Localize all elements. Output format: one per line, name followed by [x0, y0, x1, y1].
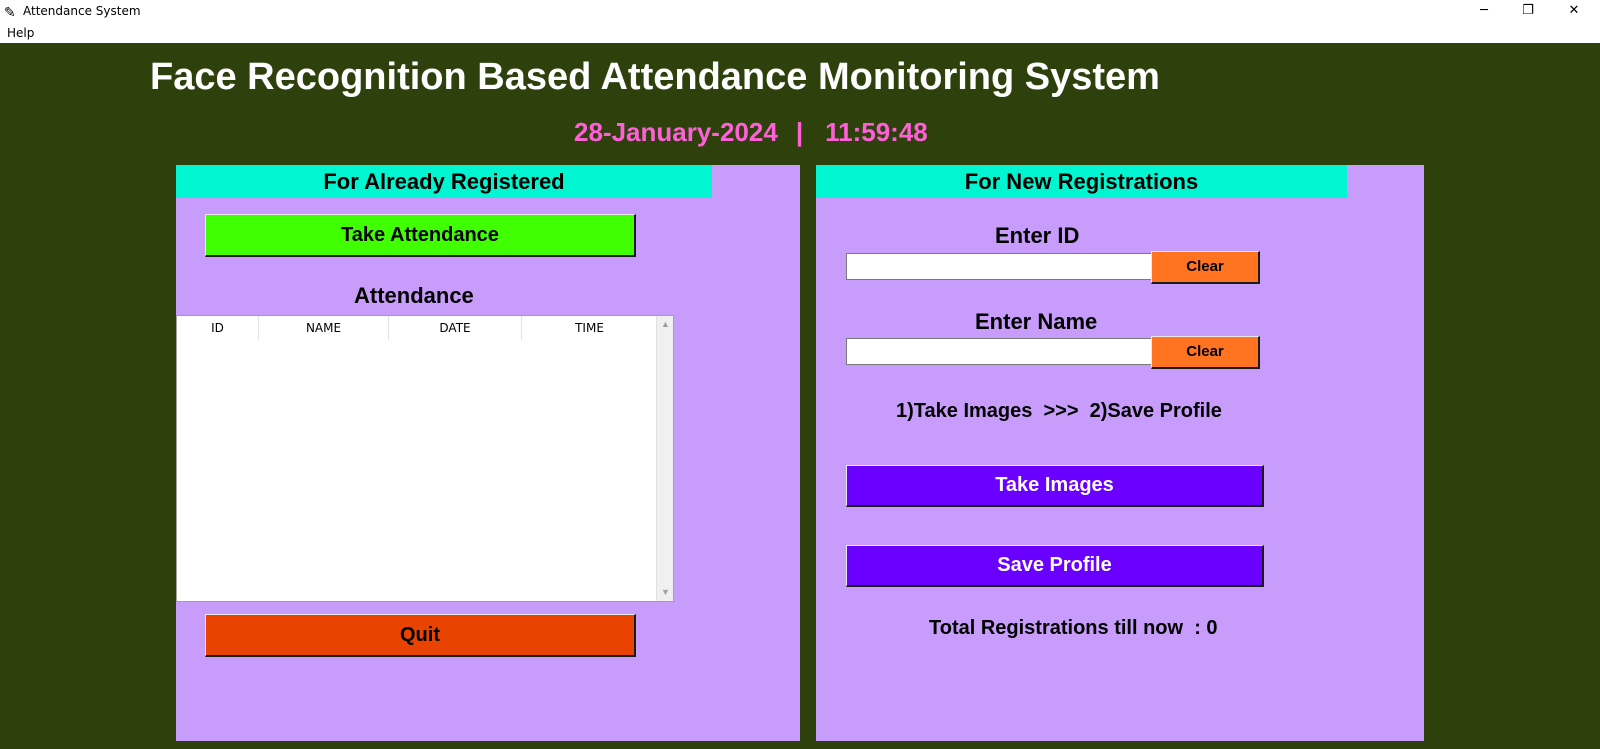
registered-panel: For Already Registered Take Attendance A…: [176, 165, 800, 741]
name-input[interactable]: [846, 338, 1152, 365]
registered-panel-header: For Already Registered: [176, 165, 712, 198]
restore-button[interactable]: ❐: [1506, 0, 1550, 24]
table-scrollbar[interactable]: ▲ ▼: [656, 316, 673, 601]
take-attendance-button[interactable]: Take Attendance: [205, 214, 636, 257]
take-images-button[interactable]: Take Images: [846, 465, 1264, 507]
save-profile-button[interactable]: Save Profile: [846, 545, 1264, 587]
clear-id-button[interactable]: Clear: [1151, 251, 1260, 284]
close-button[interactable]: ✕: [1552, 0, 1596, 24]
title-bar: ✎ Attendance System ─ ❐ ✕: [0, 0, 1600, 24]
triangle-down-icon[interactable]: ▼: [657, 584, 674, 601]
minimize-button[interactable]: ─: [1462, 0, 1506, 24]
triangle-up-icon[interactable]: ▲: [657, 316, 674, 333]
column-header-id[interactable]: ID: [177, 316, 259, 340]
enter-name-label: Enter Name: [975, 309, 1098, 334]
attendance-table[interactable]: ID NAME DATE TIME ▲ ▼: [176, 315, 674, 602]
window-title: Attendance System: [23, 4, 141, 18]
steps-instructions: 1)Take Images >>> 2)Save Profile: [896, 400, 1222, 422]
enter-id-label: Enter ID: [995, 223, 1080, 248]
new-registration-panel: For New Registrations Enter ID Clear Ent…: [816, 165, 1424, 741]
menu-bar: Help: [0, 24, 1600, 43]
attendance-label: Attendance: [354, 283, 474, 308]
date-time-display: 28-January-2024 | 11:59:48: [574, 117, 928, 148]
new-registration-panel-header: For New Registrations: [816, 165, 1347, 198]
date-time-separator: |: [795, 117, 804, 147]
page-title: Face Recognition Based Attendance Monito…: [150, 56, 1160, 98]
total-registrations-text: Total Registrations till now : 0: [929, 617, 1218, 639]
column-header-time[interactable]: TIME: [522, 316, 657, 340]
column-header-date[interactable]: DATE: [389, 316, 522, 340]
quit-button[interactable]: Quit: [205, 614, 636, 657]
column-header-name[interactable]: NAME: [259, 316, 389, 340]
clear-name-button[interactable]: Clear: [1151, 336, 1260, 369]
menu-help[interactable]: Help: [7, 26, 34, 40]
time-text: 11:59:48: [825, 117, 928, 147]
feather-icon: ✎: [4, 4, 16, 20]
table-header: ID NAME DATE TIME: [177, 316, 657, 340]
id-input[interactable]: [846, 253, 1152, 280]
date-text: 28-January-2024: [574, 117, 778, 147]
